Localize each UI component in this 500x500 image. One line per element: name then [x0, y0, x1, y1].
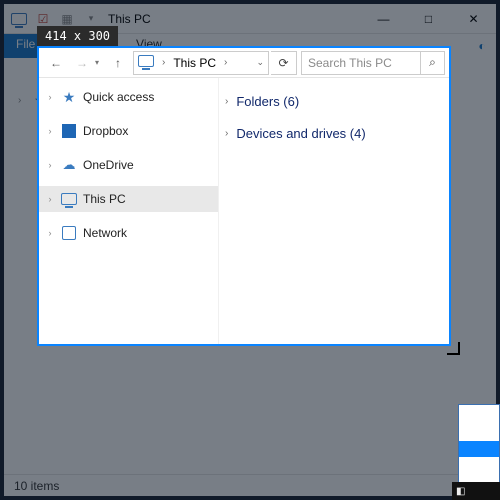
taskbar-icon[interactable]: ◧: [456, 486, 465, 497]
capture-selection-region[interactable]: ← → ▾ ↑ › This PC › ⌄ ⟳ Search This PC ⌕…: [37, 46, 451, 346]
address-bar[interactable]: › This PC › ⌄: [133, 51, 269, 75]
network-icon: [61, 225, 77, 241]
navpane-label: Dropbox: [83, 124, 128, 138]
address-dropdown-icon[interactable]: ⌄: [256, 57, 264, 68]
window-title: This PC: [108, 12, 151, 26]
search-placeholder: Search This PC: [308, 56, 392, 70]
content-pane[interactable]: › Folders (6) › Devices and drives (4): [219, 78, 449, 344]
location-icon: [138, 55, 154, 71]
navpane-quick-access[interactable]: ›★ Quick access: [39, 84, 218, 110]
pc-icon: [61, 191, 77, 207]
navigation-pane: ›★ Quick access › Dropbox ›☁ OneDrive › …: [39, 78, 219, 344]
navpane-label: Quick access: [83, 90, 154, 104]
cloud-icon: ☁: [61, 157, 77, 173]
navpane-label: OneDrive: [83, 158, 134, 172]
address-bar-row: ← → ▾ ↑ › This PC › ⌄ ⟳ Search This PC ⌕: [39, 48, 449, 78]
selection-resize-handle[interactable]: [445, 340, 461, 356]
popup-selected-row[interactable]: [459, 441, 499, 457]
breadcrumb-sep-icon[interactable]: ›: [162, 57, 165, 68]
up-button[interactable]: ↑: [105, 50, 131, 76]
breadcrumb-location[interactable]: This PC: [173, 56, 216, 70]
group-devices-drives[interactable]: › Devices and drives (4): [225, 120, 443, 146]
search-input[interactable]: Search This PC: [301, 51, 421, 75]
popup-panel[interactable]: [458, 404, 500, 484]
chevron-right-icon: ›: [225, 96, 228, 107]
selection-size-badge: 414 x 300: [37, 26, 118, 46]
group-header-label: Folders (6): [236, 94, 299, 109]
status-item-count: 10 items: [14, 479, 59, 493]
chevron-right-icon: ›: [225, 128, 228, 139]
minimize-button[interactable]: —: [361, 4, 406, 34]
maximize-button[interactable]: □: [406, 4, 451, 34]
navpane-label: Network: [83, 226, 127, 240]
breadcrumb-sep-icon[interactable]: ›: [224, 57, 227, 68]
navpane-network[interactable]: › Network: [39, 220, 218, 246]
navpane-this-pc[interactable]: › This PC: [39, 186, 218, 212]
star-icon: ★: [61, 89, 77, 105]
forward-button[interactable]: →: [69, 50, 95, 76]
navpane-onedrive[interactable]: ›☁ OneDrive: [39, 152, 218, 178]
navpane-label: This PC: [83, 192, 126, 206]
navpane-dropbox[interactable]: › Dropbox: [39, 118, 218, 144]
taskbar-fragment: ◧: [452, 482, 500, 500]
group-header-label: Devices and drives (4): [236, 126, 365, 141]
close-button[interactable]: ✕: [451, 4, 496, 34]
group-folders[interactable]: › Folders (6): [225, 88, 443, 114]
dropbox-icon: [61, 123, 77, 139]
system-icon[interactable]: [8, 8, 30, 30]
search-button[interactable]: ⌕: [421, 51, 445, 75]
history-dropdown-icon[interactable]: ▾: [95, 58, 105, 67]
status-bar: 10 items: [4, 474, 496, 496]
back-button[interactable]: ←: [43, 50, 69, 76]
refresh-button[interactable]: ⟳: [271, 51, 297, 75]
help-button[interactable]: ◐: [468, 34, 496, 58]
